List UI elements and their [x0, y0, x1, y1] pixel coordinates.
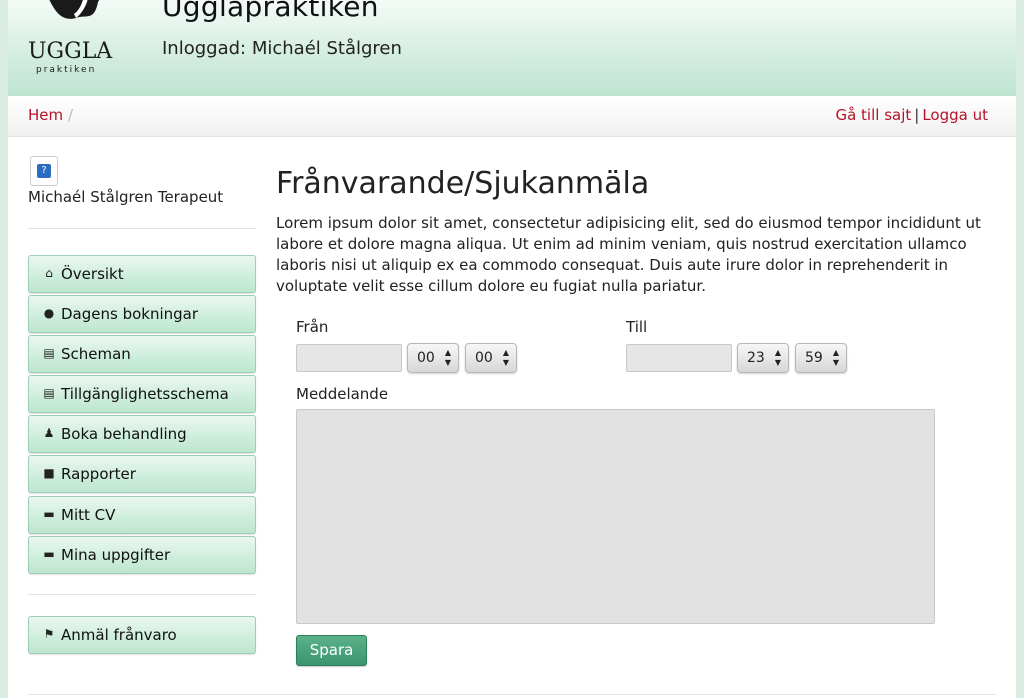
- from-minute-value: 00: [475, 350, 493, 366]
- sidebar-item-mina-uppgifter[interactable]: ▬ Mina uppgifter: [28, 536, 256, 574]
- sidebar-item-label: Mina uppgifter: [61, 546, 171, 564]
- user-icon: ♟: [43, 426, 55, 440]
- sidebar-item-boka-behandling[interactable]: ♟ Boka behandling: [28, 415, 256, 453]
- to-minute-value: 59: [805, 350, 823, 366]
- nav-separator: |: [914, 106, 920, 124]
- from-label: Från: [296, 318, 329, 336]
- sidebar-item-rapporter[interactable]: ■ Rapporter: [28, 455, 256, 493]
- svg-text:UGGLA: UGGLA: [28, 39, 113, 64]
- sidebar-item-label: Mitt CV: [61, 506, 116, 524]
- to-hour-value: 23: [747, 350, 765, 366]
- owl-logo-icon: UGGLA praktiken: [28, 0, 113, 75]
- sidebar-divider: [28, 594, 256, 595]
- sidebar-item-mitt-cv[interactable]: ▬ Mitt CV: [28, 496, 256, 534]
- book-icon: ■: [43, 466, 55, 480]
- svg-text:praktiken: praktiken: [36, 65, 96, 75]
- to-minute-stepper[interactable]: 59 ▲ ▼: [795, 343, 847, 373]
- site-logo[interactable]: UGGLA praktiken: [24, 0, 114, 76]
- from-hour-value: 00: [417, 350, 435, 366]
- sidebar-item-anmal-franvaro[interactable]: ⚑ Anmäl frånvaro: [28, 616, 256, 654]
- stepper-arrows-icon: ▲ ▼: [774, 348, 781, 367]
- sidebar-item-oversikt[interactable]: ⌂ Översikt: [28, 255, 256, 293]
- sidebar-divider: [28, 228, 256, 229]
- message-textarea[interactable]: [296, 409, 935, 624]
- calendar-icon: ▤: [43, 386, 55, 400]
- message-label: Meddelande: [296, 385, 389, 403]
- page-frame: UGGLA praktiken Ugglapraktiken Inloggad:…: [8, 0, 1016, 698]
- sidebar-item-label: Anmäl frånvaro: [61, 626, 177, 644]
- to-date-input[interactable]: [626, 344, 732, 372]
- sidebar-item-label: Dagens bokningar: [61, 305, 199, 323]
- user-name-role: Michaél Stålgren Terapeut: [28, 188, 224, 206]
- help-icon: ?: [37, 164, 51, 178]
- sidebar-item-label: Scheman: [61, 345, 131, 363]
- logged-in-user: Inloggad: Michaél Stålgren: [162, 38, 402, 59]
- to-hour-stepper[interactable]: 23 ▲ ▼: [737, 343, 789, 373]
- footer-divider: [28, 694, 996, 695]
- sidebar-item-tillganglighetsschema[interactable]: ▤ Tillgänglighetsschema: [28, 375, 256, 413]
- drop-icon: ●: [43, 306, 55, 320]
- stepper-arrows-icon: ▲ ▼: [502, 348, 509, 367]
- top-navbar: Hem / Gå till sajt | Logga ut: [8, 96, 1016, 137]
- home-icon: ⌂: [45, 266, 53, 280]
- from-hour-stepper[interactable]: 00 ▲ ▼: [407, 343, 459, 373]
- logout-link[interactable]: Logga ut: [922, 106, 988, 124]
- site-title: Ugglapraktiken: [162, 0, 379, 23]
- to-label: Till: [626, 318, 648, 336]
- breadcrumb-separator: /: [68, 106, 74, 124]
- breadcrumb-home[interactable]: Hem: [28, 106, 63, 124]
- sidebar-item-label: Översikt: [61, 265, 124, 283]
- from-minute-stepper[interactable]: 00 ▲ ▼: [465, 343, 517, 373]
- sidebar-item-scheman[interactable]: ▤ Scheman: [28, 335, 256, 373]
- page-description: Lorem ipsum dolor sit amet, consectetur …: [276, 214, 981, 295]
- sidebar-item-label: Boka behandling: [61, 425, 187, 443]
- site-header: UGGLA praktiken Ugglapraktiken Inloggad:…: [8, 0, 1016, 96]
- calendar-icon: ▤: [43, 346, 55, 360]
- avatar[interactable]: ?: [30, 156, 58, 186]
- stepper-arrows-icon: ▲ ▼: [832, 348, 839, 367]
- folder-icon: ▬: [43, 547, 55, 561]
- from-date-input[interactable]: [296, 344, 402, 372]
- goto-site-link[interactable]: Gå till sajt: [835, 106, 911, 124]
- folder-icon: ▬: [43, 507, 55, 521]
- save-button[interactable]: Spara: [296, 635, 367, 666]
- sidebar-item-label: Tillgänglighetsschema: [61, 385, 229, 403]
- stepper-arrows-icon: ▲ ▼: [444, 348, 451, 367]
- page-title: Frånvarande/Sjukanmäla: [276, 166, 650, 201]
- sidebar-item-label: Rapporter: [61, 465, 136, 483]
- flag-icon: ⚑: [43, 627, 55, 641]
- nav-links: Gå till sajt | Logga ut: [835, 106, 988, 124]
- sidebar-item-dagens-bokningar[interactable]: ● Dagens bokningar: [28, 295, 256, 333]
